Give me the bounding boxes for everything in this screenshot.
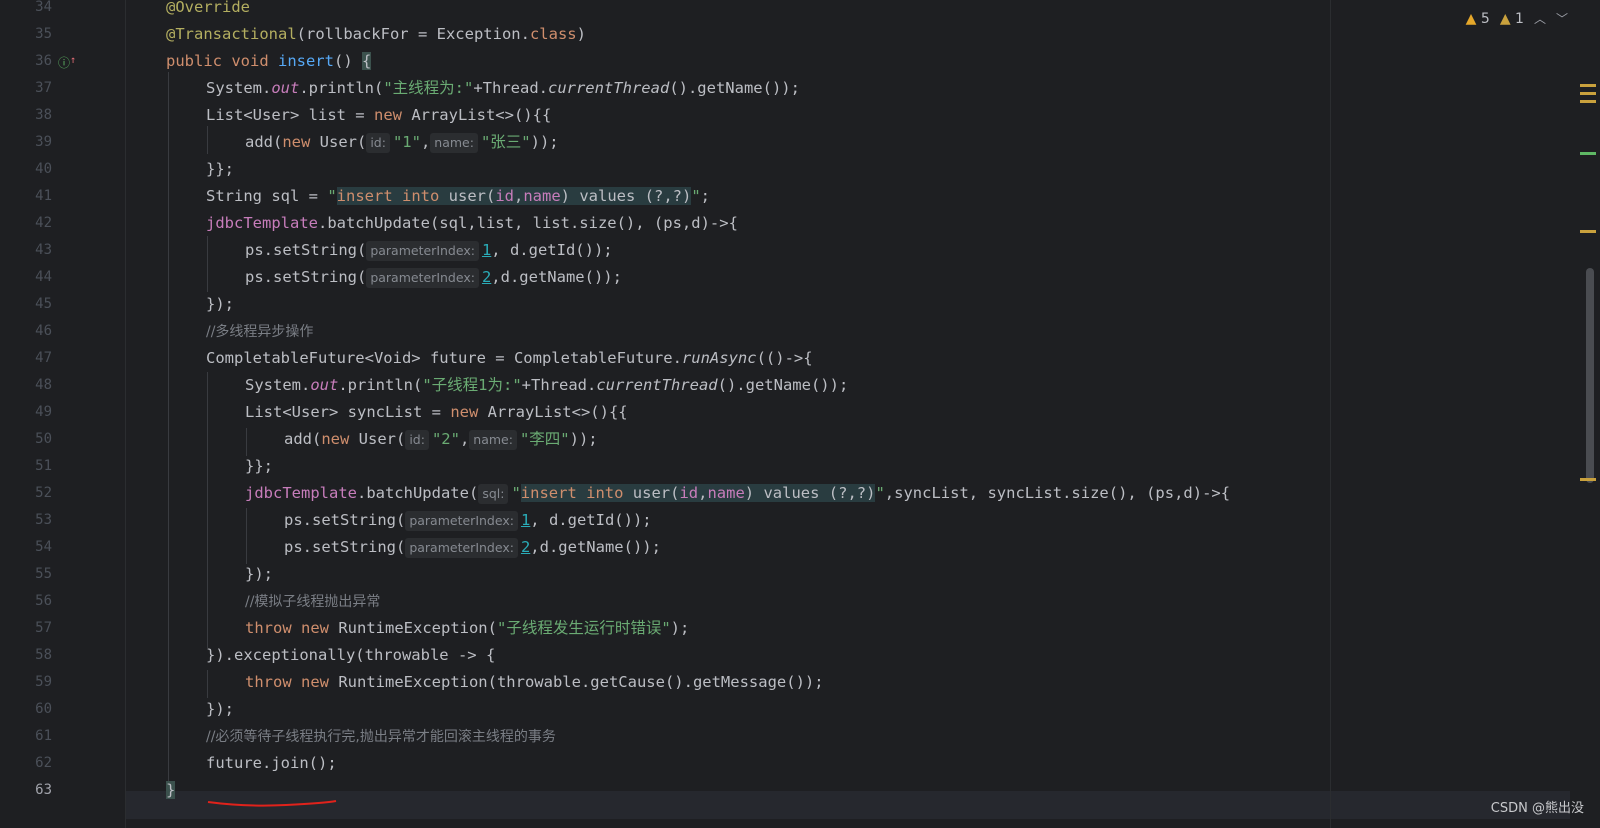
line-number[interactable]: 61	[0, 723, 52, 751]
line-number[interactable]: 52	[0, 480, 52, 508]
code-line-55[interactable]: });	[245, 561, 273, 589]
warning-stripe-mark[interactable]	[1580, 230, 1596, 233]
code-line-46[interactable]: //多线程异步操作	[206, 318, 313, 346]
line-number[interactable]: 53	[0, 507, 52, 535]
indent-guide	[207, 372, 208, 648]
parameter-hint: parameterIndex:	[405, 538, 518, 558]
line-number[interactable]: 59	[0, 669, 52, 697]
line-number[interactable]: 48	[0, 372, 52, 400]
scroll-thumb[interactable]	[1586, 268, 1594, 483]
code-editor[interactable]: 34 35 36 37 38 39 40 41 42 43 44 45 46 47 48 49 50 51 52 53…	[0, 0, 1600, 828]
indent-guide	[207, 126, 208, 154]
code-line-49[interactable]: List<User> syncList = new ArrayList<>(){…	[245, 399, 628, 427]
code-line-43[interactable]: ps.setString(parameterIndex: 1, d.getId()…	[245, 237, 613, 265]
indent-guide	[207, 670, 208, 698]
parameter-hint: id:	[405, 430, 429, 450]
line-number[interactable]: 42	[0, 210, 52, 238]
line-number[interactable]: 35	[0, 21, 52, 49]
parameter-hint: sql:	[478, 484, 509, 504]
code-line-52[interactable]: jdbcTemplate.batchUpdate(sql: "insert int…	[245, 480, 1230, 508]
line-number[interactable]: 49	[0, 399, 52, 427]
code-line-60[interactable]: });	[206, 696, 234, 724]
red-hand-underline	[207, 800, 337, 807]
implements-override-icon[interactable]: ⓘ↑	[58, 54, 76, 72]
code-line-48[interactable]: System.out.println("子线程1为:"+Thread.curre…	[245, 372, 848, 400]
line-number[interactable]: 44	[0, 264, 52, 292]
line-number[interactable]: 57	[0, 615, 52, 643]
line-number[interactable]: 39	[0, 129, 52, 157]
code-line-54[interactable]: ps.setString(parameterIndex: 2,d.getName(…	[284, 534, 661, 562]
code-line-58[interactable]: }).exceptionally(throwable -> {	[206, 642, 495, 670]
line-number[interactable]: 51	[0, 453, 52, 481]
line-number[interactable]: 63	[0, 777, 52, 805]
warning-count[interactable]: ▲ 5	[1466, 11, 1490, 27]
code-line-59[interactable]: throw new RuntimeException(throwable.get…	[245, 669, 824, 697]
code-line-36[interactable]: public void insert() {	[166, 48, 372, 76]
line-number[interactable]: 38	[0, 102, 52, 130]
code-line-62[interactable]: future.join();	[206, 750, 337, 778]
gutter-separator	[125, 0, 126, 828]
line-number[interactable]: 40	[0, 156, 52, 184]
weak-warning-count[interactable]: ▲ 1	[1500, 11, 1524, 27]
line-number[interactable]: 47	[0, 345, 52, 373]
parameter-hint: id:	[366, 133, 390, 153]
parameter-hint: parameterIndex:	[366, 241, 479, 261]
warning-stripe-mark[interactable]	[1580, 92, 1596, 95]
line-number[interactable]: 34	[0, 0, 52, 22]
change-stripe-mark[interactable]	[1580, 152, 1596, 155]
warning-icon: ▲	[1465, 10, 1477, 27]
code-line-50[interactable]: add(new User(id: "2", name: "李四"));	[284, 426, 598, 454]
chevron-down-icon[interactable]: ﹀	[1556, 10, 1568, 27]
code-line-41[interactable]: String sql = "insert into user(id,name) …	[206, 183, 710, 211]
parameter-hint: parameterIndex:	[366, 268, 479, 288]
code-line-57[interactable]: throw new RuntimeException("子线程发生运行时错误")…	[245, 615, 689, 643]
line-number[interactable]: 45	[0, 291, 52, 319]
code-line-53[interactable]: ps.setString(parameterIndex: 1, d.getId()…	[284, 507, 652, 535]
indent-guide	[246, 508, 247, 564]
indent-guide	[207, 236, 208, 292]
code-line-61[interactable]: //必须等待子线程执行完,抛出异常才能回滚主线程的事务	[206, 723, 556, 751]
code-line-44[interactable]: ps.setString(parameterIndex: 2,d.getName(…	[245, 264, 622, 292]
code-line-37[interactable]: System.out.println("主线程为:"+Thread.curren…	[206, 75, 800, 103]
parameter-hint: name:	[430, 133, 478, 153]
code-line-63[interactable]: }	[166, 777, 176, 805]
chevron-up-icon[interactable]: ︿	[1534, 10, 1546, 27]
warning-stripe-mark[interactable]	[1580, 100, 1596, 103]
weak-warning-icon: ▲	[1499, 10, 1511, 27]
code-line-40[interactable]: }};	[206, 156, 234, 184]
line-number[interactable]: 36	[0, 48, 52, 76]
code-line-34[interactable]: @Override	[166, 0, 250, 22]
line-number[interactable]: 50	[0, 426, 52, 454]
line-number[interactable]: 56	[0, 588, 52, 616]
code-line-47[interactable]: CompletableFuture<Void> future = Complet…	[206, 345, 813, 373]
line-number[interactable]: 58	[0, 642, 52, 670]
line-number[interactable]: 43	[0, 237, 52, 265]
right-margin-guide	[1330, 0, 1331, 828]
indent-guide	[168, 72, 169, 792]
watermark: CSDN @熊出没	[1490, 801, 1584, 816]
line-number[interactable]: 55	[0, 561, 52, 589]
code-line-51[interactable]: }};	[245, 453, 273, 481]
inspection-widget[interactable]: ▲ 5 ▲ 1 ︿ ﹀	[1466, 10, 1568, 27]
vertical-scrollbar[interactable]	[1570, 0, 1600, 828]
code-line-35[interactable]: @Transactional(rollbackFor = Exception.c…	[166, 21, 586, 49]
parameter-hint: name:	[469, 430, 517, 450]
parameter-hint: parameterIndex:	[405, 511, 518, 531]
code-line-42[interactable]: jdbcTemplate.batchUpdate(sql,list, list.…	[206, 210, 738, 238]
code-line-56[interactable]: //模拟子线程抛出异常	[245, 588, 380, 616]
line-number[interactable]: 54	[0, 534, 52, 562]
line-number[interactable]: 62	[0, 750, 52, 778]
line-number[interactable]: 37	[0, 75, 52, 103]
code-line-39[interactable]: add(new User(id: "1", name: "张三"));	[245, 129, 559, 157]
warning-stripe-mark[interactable]	[1580, 478, 1596, 481]
line-number[interactable]: 60	[0, 696, 52, 724]
indent-guide	[246, 428, 247, 456]
line-number[interactable]: 41	[0, 183, 52, 211]
code-line-38[interactable]: List<User> list = new ArrayList<>(){{	[206, 102, 551, 130]
warning-stripe-mark[interactable]	[1580, 84, 1596, 87]
code-line-45[interactable]: });	[206, 291, 234, 319]
line-number[interactable]: 46	[0, 318, 52, 346]
